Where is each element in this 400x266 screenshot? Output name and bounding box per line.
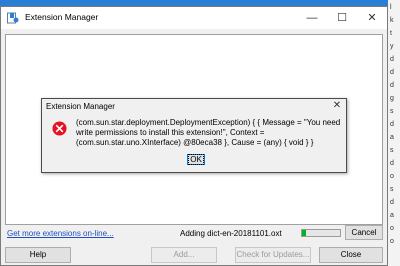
add-button[interactable]: Add... — [151, 247, 217, 263]
background-text-fragment: o — [390, 238, 394, 245]
minimize-button[interactable]: — — [297, 7, 327, 29]
window-title: Extension Manager — [25, 12, 99, 22]
dialog-title: Extension Manager — [46, 102, 115, 111]
ok-button[interactable]: OK — [187, 154, 205, 165]
dialog-message: (com.sun.star.deployment.DeploymentExcep… — [76, 118, 341, 147]
background-text-fragment: o — [390, 173, 394, 180]
background-text-fragment: d — [390, 121, 394, 128]
background-page-column: lktydddgsdasdosdaoo — [388, 0, 400, 266]
help-button[interactable]: Help — [5, 247, 71, 263]
cancel-button[interactable]: Cancel — [345, 225, 383, 240]
background-text-fragment: g — [390, 95, 394, 102]
background-text-fragment: d — [390, 56, 394, 63]
background-text-fragment: k — [390, 17, 394, 24]
close-window-button[interactable]: ✕ — [357, 7, 387, 29]
ok-button-label: OK — [188, 154, 204, 165]
background-text-fragment: a — [390, 212, 394, 219]
maximize-button[interactable]: ☐ — [327, 7, 357, 29]
dialog-close-button[interactable]: ✕ — [330, 100, 344, 112]
background-text-fragment: s — [390, 147, 394, 154]
background-text-fragment: t — [390, 30, 392, 37]
error-dialog: Extension Manager ✕ (com.sun.star.deploy… — [41, 98, 347, 173]
install-progress-bar — [301, 229, 341, 237]
progress-fill — [302, 230, 306, 236]
background-text-fragment: d — [390, 82, 394, 89]
background-text-fragment: o — [390, 225, 394, 232]
background-text-fragment: d — [390, 69, 394, 76]
get-more-extensions-link[interactable]: Get more extensions on-line... — [7, 229, 114, 238]
check-updates-button[interactable]: Check for Updates... — [235, 247, 311, 263]
background-text-fragment: d — [390, 160, 394, 167]
close-button[interactable]: Close — [319, 247, 383, 263]
background-text-fragment: l — [390, 4, 392, 11]
error-icon — [52, 121, 67, 136]
background-text-fragment: d — [390, 199, 394, 206]
background-text-fragment: s — [390, 108, 394, 115]
background-text-fragment: y — [390, 43, 394, 50]
app-icon — [7, 12, 19, 24]
status-text: Adding dict-en-20181101.oxt — [180, 229, 282, 238]
window-titlebar[interactable]: Extension Manager — ☐ ✕ — [1, 7, 387, 29]
background-text-fragment: a — [390, 134, 394, 141]
background-text-fragment: s — [390, 186, 394, 193]
